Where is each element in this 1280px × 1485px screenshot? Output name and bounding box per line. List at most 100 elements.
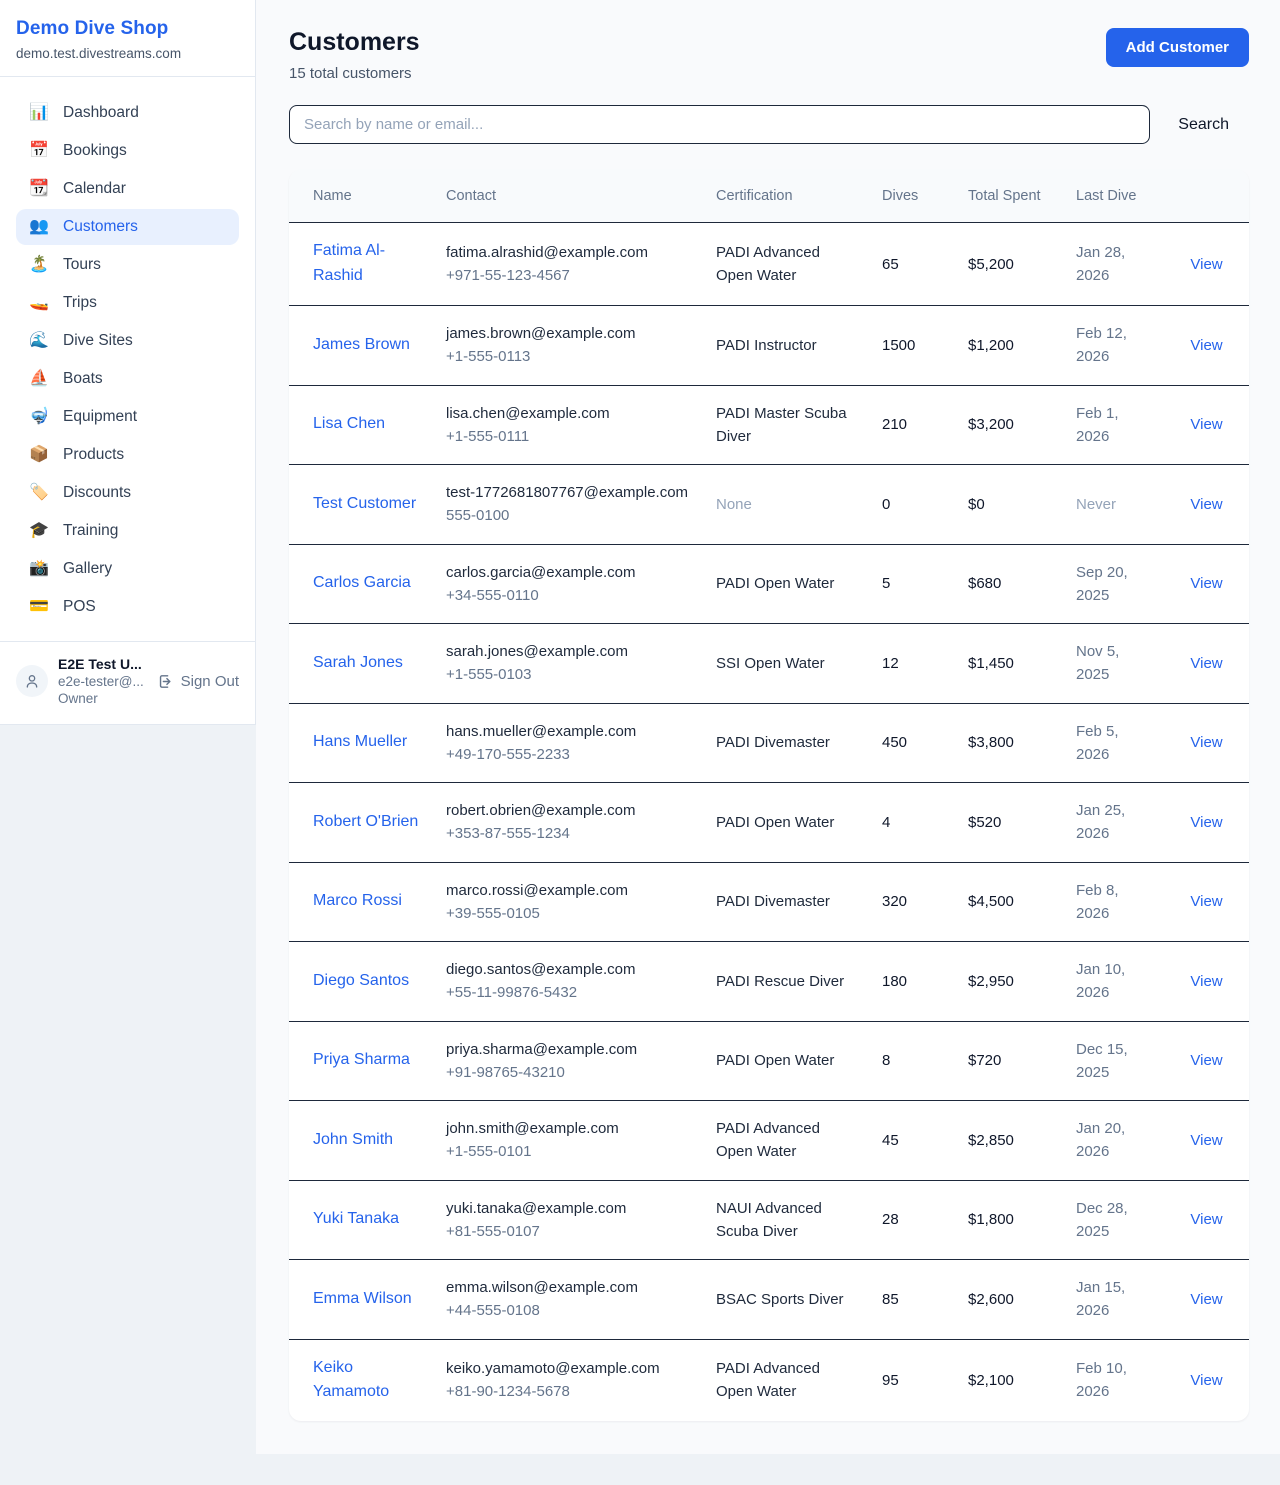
customer-phone: +1-555-0111: [446, 425, 692, 448]
sidebar-item-products[interactable]: 📦 Products: [16, 437, 239, 473]
search-button[interactable]: Search: [1178, 116, 1229, 134]
label-tag-icon: 🏷️: [28, 485, 50, 501]
customer-certification: NAUI Advanced Scuba Diver: [716, 1200, 822, 1240]
sidebar-item-trips[interactable]: 🚤 Trips: [16, 285, 239, 321]
sidebar-item-calendar[interactable]: 📆 Calendar: [16, 171, 239, 207]
customer-name-link[interactable]: Carlos Garcia: [313, 574, 411, 591]
customer-name-link[interactable]: Diego Santos: [313, 972, 409, 989]
view-customer-link[interactable]: View: [1190, 734, 1222, 751]
customer-name-link[interactable]: James Brown: [313, 336, 410, 353]
customer-name-link[interactable]: Emma Wilson: [313, 1290, 412, 1307]
customer-total-spent: $2,600: [968, 1291, 1014, 1308]
sidebar-item-customers[interactable]: 👥 Customers: [16, 209, 239, 245]
sign-out-button[interactable]: Sign Out: [157, 673, 239, 690]
customer-name-link[interactable]: Lisa Chen: [313, 415, 385, 432]
view-customer-link[interactable]: View: [1190, 814, 1222, 831]
customer-phone: +55-11-99876-5432: [446, 981, 692, 1004]
view-customer-link[interactable]: View: [1190, 1132, 1222, 1149]
customer-total-spent: $3,200: [968, 416, 1014, 433]
table-row: Lisa Chen lisa.chen@example.com +1-555-0…: [289, 385, 1249, 465]
customer-total-spent: $1,800: [968, 1211, 1014, 1228]
view-customer-link[interactable]: View: [1190, 1372, 1222, 1389]
customer-email: lisa.chen@example.com: [446, 402, 692, 425]
customer-certification: None: [716, 496, 752, 513]
desert-island-icon: 🏝️: [28, 257, 50, 273]
people-icon: 👥: [28, 219, 50, 235]
customer-name-link[interactable]: Hans Mueller: [313, 733, 407, 750]
column-header-contact: Contact: [434, 170, 704, 223]
customer-name-link[interactable]: Robert O'Brien: [313, 813, 418, 830]
customer-last-dive: Feb 5, 2026: [1076, 723, 1119, 763]
customer-name-link[interactable]: Test Customer: [313, 495, 416, 512]
speedboat-icon: 🚤: [28, 295, 50, 311]
customer-certification: PADI Advanced Open Water: [716, 244, 820, 284]
customer-email: marco.rossi@example.com: [446, 879, 692, 902]
view-customer-link[interactable]: View: [1190, 655, 1222, 672]
customer-last-dive: Feb 1, 2026: [1076, 405, 1119, 445]
customer-total-spent: $3,800: [968, 734, 1014, 751]
customer-name-link[interactable]: Yuki Tanaka: [313, 1210, 399, 1227]
sign-out-label: Sign Out: [181, 673, 239, 690]
view-customer-link[interactable]: View: [1190, 256, 1222, 273]
customer-phone: +44-555-0108: [446, 1299, 692, 1322]
sidebar-item-training[interactable]: 🎓 Training: [16, 513, 239, 549]
search-input[interactable]: [289, 105, 1150, 144]
customer-total-spent: $2,850: [968, 1132, 1014, 1149]
sidebar-item-dive-sites[interactable]: 🌊 Dive Sites: [16, 323, 239, 359]
view-customer-link[interactable]: View: [1190, 1211, 1222, 1228]
customer-certification: PADI Divemaster: [716, 893, 830, 910]
add-customer-button[interactable]: Add Customer: [1106, 28, 1249, 67]
view-customer-link[interactable]: View: [1190, 1291, 1222, 1308]
view-customer-link[interactable]: View: [1190, 416, 1222, 433]
user-email: e2e-tester@...: [58, 674, 147, 689]
sidebar-item-tours[interactable]: 🏝️ Tours: [16, 247, 239, 283]
customer-certification: PADI Open Water: [716, 1052, 834, 1069]
customer-email: fatima.alrashid@example.com: [446, 241, 692, 264]
table-row: Robert O'Brien robert.obrien@example.com…: [289, 783, 1249, 863]
customer-last-dive: Jan 20, 2026: [1076, 1120, 1125, 1160]
customer-last-dive: Dec 15, 2025: [1076, 1041, 1128, 1081]
credit-card-icon: 💳: [28, 599, 50, 615]
user-footer: E2E Test U... e2e-tester@... Owner Sign …: [0, 641, 255, 724]
customer-certification: PADI Divemaster: [716, 734, 830, 751]
view-customer-link[interactable]: View: [1190, 973, 1222, 990]
sidebar-item-gallery[interactable]: 📸 Gallery: [16, 551, 239, 587]
customer-email: john.smith@example.com: [446, 1117, 692, 1140]
sidebar: Demo Dive Shop demo.test.divestreams.com…: [0, 0, 256, 725]
customer-email: robert.obrien@example.com: [446, 799, 692, 822]
customer-dives: 95: [882, 1372, 899, 1389]
logout-icon: [157, 673, 174, 690]
table-row: Diego Santos diego.santos@example.com +5…: [289, 942, 1249, 1022]
customer-name-link[interactable]: Keiko Yamamoto: [313, 1359, 389, 1401]
view-customer-link[interactable]: View: [1190, 575, 1222, 592]
user-info: E2E Test U... e2e-tester@... Owner: [58, 656, 147, 706]
person-icon: [24, 673, 40, 689]
view-customer-link[interactable]: View: [1190, 893, 1222, 910]
customer-name-link[interactable]: Marco Rossi: [313, 892, 402, 909]
table-row: John Smith john.smith@example.com +1-555…: [289, 1101, 1249, 1181]
view-customer-link[interactable]: View: [1190, 1052, 1222, 1069]
graduation-cap-icon: 🎓: [28, 523, 50, 539]
customer-certification: PADI Open Water: [716, 814, 834, 831]
sidebar-item-pos[interactable]: 💳 POS: [16, 589, 239, 625]
shop-domain: demo.test.divestreams.com: [16, 46, 239, 61]
view-customer-link[interactable]: View: [1190, 337, 1222, 354]
customer-last-dive: Feb 12, 2026: [1076, 325, 1127, 365]
customer-email: priya.sharma@example.com: [446, 1038, 692, 1061]
customer-last-dive: Never: [1076, 496, 1116, 513]
sidebar-item-equipment[interactable]: 🤿 Equipment: [16, 399, 239, 435]
customer-name-link[interactable]: Fatima Al-Rashid: [313, 242, 385, 284]
customer-dives: 45: [882, 1132, 899, 1149]
search-row: Search: [289, 105, 1249, 144]
customer-last-dive: Feb 10, 2026: [1076, 1360, 1127, 1400]
sidebar-item-boats[interactable]: ⛵ Boats: [16, 361, 239, 397]
customer-name-link[interactable]: John Smith: [313, 1131, 393, 1148]
sidebar-item-dashboard[interactable]: 📊 Dashboard: [16, 95, 239, 131]
page-header-text: Customers 15 total customers: [289, 28, 420, 82]
customer-name-link[interactable]: Priya Sharma: [313, 1051, 410, 1068]
customers-table-card: Name Contact Certification Dives Total S…: [289, 170, 1249, 1421]
sidebar-item-bookings[interactable]: 📅 Bookings: [16, 133, 239, 169]
customer-name-link[interactable]: Sarah Jones: [313, 654, 403, 671]
sidebar-item-discounts[interactable]: 🏷️ Discounts: [16, 475, 239, 511]
view-customer-link[interactable]: View: [1190, 496, 1222, 513]
